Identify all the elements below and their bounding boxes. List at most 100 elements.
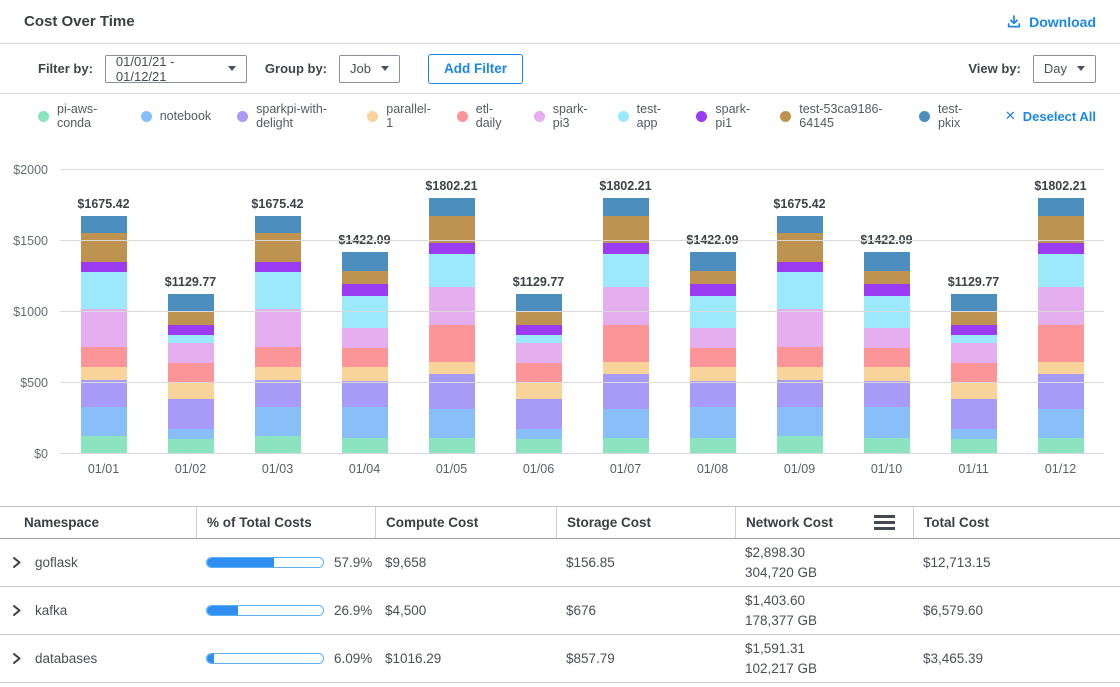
- bar-segment-notebook[interactable]: [864, 407, 910, 438]
- bar-01/02[interactable]: $1129.77: [168, 294, 214, 454]
- bar-segment-etl-daily[interactable]: [777, 347, 823, 367]
- bar-01/06[interactable]: $1129.77: [516, 294, 562, 454]
- bar-segment-test-53ca9186-64145[interactable]: [777, 233, 823, 262]
- bar-segment-spark-pi3[interactable]: [1038, 287, 1084, 325]
- bar-segment-sparkpi-with-delight[interactable]: [951, 399, 997, 429]
- bar-segment-pi-aws-conda[interactable]: [603, 438, 649, 454]
- bar-segment-sparkpi-with-delight[interactable]: [342, 381, 388, 407]
- bar-01/01[interactable]: $1675.42: [81, 216, 127, 454]
- bar-segment-spark-pi3[interactable]: [690, 328, 736, 348]
- bar-segment-test-pkix[interactable]: [429, 198, 475, 216]
- bar-segment-parallel-1[interactable]: [1038, 362, 1084, 375]
- bar-segment-parallel-1[interactable]: [81, 367, 127, 380]
- bar-segment-etl-daily[interactable]: [516, 363, 562, 383]
- bar-segment-test-pkix[interactable]: [603, 198, 649, 216]
- bar-01/12[interactable]: $1802.21: [1038, 198, 1084, 454]
- bar-segment-spark-pi1[interactable]: [429, 243, 475, 255]
- legend-item-test-53ca9186-64145[interactable]: test-53ca9186-64145: [780, 102, 893, 130]
- chevron-right-icon[interactable]: [10, 556, 23, 569]
- bar-segment-test-pkix[interactable]: [516, 294, 562, 311]
- bar-segment-test-app[interactable]: [1038, 254, 1084, 287]
- bar-segment-spark-pi3[interactable]: [168, 343, 214, 363]
- bar-segment-notebook[interactable]: [255, 407, 301, 436]
- bar-segment-spark-pi1[interactable]: [255, 262, 301, 272]
- bar-segment-etl-daily[interactable]: [342, 348, 388, 367]
- bar-segment-spark-pi3[interactable]: [255, 309, 301, 347]
- bar-segment-parallel-1[interactable]: [429, 362, 475, 375]
- add-filter-button[interactable]: Add Filter: [428, 54, 523, 84]
- view-by-select[interactable]: Day: [1033, 55, 1096, 83]
- bar-segment-spark-pi1[interactable]: [603, 243, 649, 255]
- bar-segment-spark-pi3[interactable]: [864, 328, 910, 348]
- bar-01/07[interactable]: $1802.21: [603, 198, 649, 454]
- bar-segment-sparkpi-with-delight[interactable]: [255, 380, 301, 407]
- chevron-right-icon[interactable]: [10, 652, 23, 665]
- bar-segment-test-53ca9186-64145[interactable]: [255, 233, 301, 262]
- column-header-namespace[interactable]: Namespace: [0, 507, 196, 538]
- legend-item-test-app[interactable]: test-app: [618, 102, 671, 130]
- legend-item-etl-daily[interactable]: etl-daily: [457, 102, 508, 130]
- bar-segment-etl-daily[interactable]: [690, 348, 736, 367]
- date-range-select[interactable]: 01/01/21 - 01/12/21: [105, 55, 247, 83]
- bar-segment-spark-pi3[interactable]: [81, 309, 127, 347]
- bar-segment-spark-pi1[interactable]: [864, 284, 910, 296]
- legend-item-notebook[interactable]: notebook: [141, 109, 211, 123]
- bar-segment-sparkpi-with-delight[interactable]: [864, 381, 910, 407]
- legend-item-sparkpi-with-delight[interactable]: sparkpi-with-delight: [237, 102, 341, 130]
- bar-segment-parallel-1[interactable]: [255, 367, 301, 380]
- bar-segment-parallel-1[interactable]: [864, 367, 910, 381]
- bar-segment-spark-pi3[interactable]: [603, 287, 649, 325]
- bar-segment-spark-pi1[interactable]: [1038, 243, 1084, 255]
- bar-segment-pi-aws-conda[interactable]: [1038, 438, 1084, 454]
- bar-segment-pi-aws-conda[interactable]: [168, 439, 214, 454]
- legend-item-parallel-1[interactable]: parallel-1: [367, 102, 430, 130]
- bar-segment-notebook[interactable]: [516, 429, 562, 439]
- bar-segment-test-53ca9186-64145[interactable]: [1038, 216, 1084, 243]
- bar-segment-spark-pi3[interactable]: [951, 343, 997, 363]
- bar-segment-parallel-1[interactable]: [951, 383, 997, 399]
- bar-segment-parallel-1[interactable]: [690, 367, 736, 381]
- bar-segment-pi-aws-conda[interactable]: [255, 436, 301, 454]
- bar-segment-test-53ca9186-64145[interactable]: [951, 311, 997, 325]
- column-header-network[interactable]: Network Cost: [735, 507, 913, 538]
- bar-segment-pi-aws-conda[interactable]: [690, 438, 736, 454]
- bar-segment-etl-daily[interactable]: [951, 363, 997, 383]
- column-header-total[interactable]: Total Cost: [913, 507, 1120, 538]
- bar-segment-etl-daily[interactable]: [864, 348, 910, 367]
- bar-segment-spark-pi1[interactable]: [342, 284, 388, 296]
- bar-segment-notebook[interactable]: [951, 429, 997, 439]
- bar-01/05[interactable]: $1802.21: [429, 198, 475, 454]
- bar-segment-pi-aws-conda[interactable]: [516, 439, 562, 454]
- bar-segment-test-53ca9186-64145[interactable]: [690, 271, 736, 283]
- bar-segment-test-app[interactable]: [168, 335, 214, 343]
- bar-segment-spark-pi1[interactable]: [516, 325, 562, 335]
- bar-01/10[interactable]: $1422.09: [864, 252, 910, 454]
- bar-segment-notebook[interactable]: [777, 407, 823, 436]
- bar-segment-test-app[interactable]: [516, 335, 562, 343]
- bar-segment-test-pkix[interactable]: [951, 294, 997, 311]
- bar-segment-test-53ca9186-64145[interactable]: [168, 311, 214, 325]
- bar-segment-parallel-1[interactable]: [516, 383, 562, 399]
- bar-segment-sparkpi-with-delight[interactable]: [429, 374, 475, 409]
- bar-segment-pi-aws-conda[interactable]: [342, 438, 388, 454]
- bar-segment-etl-daily[interactable]: [429, 325, 475, 362]
- bar-segment-parallel-1[interactable]: [168, 383, 214, 399]
- bar-segment-test-53ca9186-64145[interactable]: [342, 271, 388, 283]
- bar-segment-test-app[interactable]: [951, 335, 997, 343]
- namespace-expander-kafka[interactable]: kafka: [0, 603, 196, 618]
- legend-item-spark-pi1[interactable]: spark-pi1: [696, 102, 754, 130]
- bar-segment-parallel-1[interactable]: [603, 362, 649, 375]
- bar-segment-spark-pi1[interactable]: [777, 262, 823, 272]
- bar-segment-pi-aws-conda[interactable]: [429, 438, 475, 454]
- bar-segment-etl-daily[interactable]: [1038, 325, 1084, 362]
- bar-segment-pi-aws-conda[interactable]: [81, 436, 127, 454]
- bar-segment-test-pkix[interactable]: [168, 294, 214, 311]
- bar-segment-test-pkix[interactable]: [255, 216, 301, 233]
- group-by-select[interactable]: Job: [339, 55, 400, 83]
- download-button[interactable]: Download: [1006, 14, 1096, 30]
- bar-segment-notebook[interactable]: [603, 409, 649, 438]
- bar-segment-notebook[interactable]: [1038, 409, 1084, 438]
- bar-segment-test-53ca9186-64145[interactable]: [603, 216, 649, 243]
- bar-segment-test-pkix[interactable]: [690, 252, 736, 271]
- bar-segment-etl-daily[interactable]: [255, 347, 301, 367]
